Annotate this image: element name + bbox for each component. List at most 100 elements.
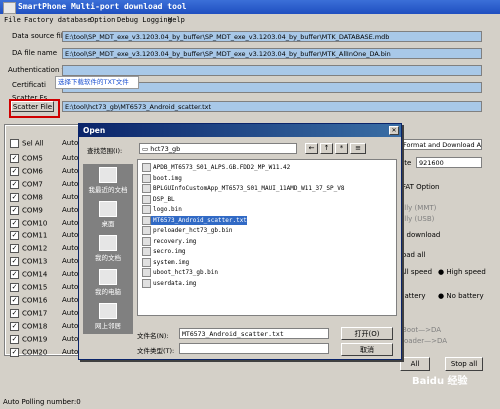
filetype-select[interactable]	[179, 343, 329, 354]
com-checkbox[interactable]: ✓	[10, 192, 19, 202]
view-menu-button[interactable]: ≡	[350, 143, 366, 154]
file-item[interactable]: userdata.img	[142, 278, 196, 288]
file-item[interactable]: BPLGUInfoCustomApp_MT6573_S01_MAUI_11AMD…	[142, 184, 344, 193]
fat-option-usb: ally (USB)	[400, 215, 435, 223]
file-item[interactable]: APDB_MT6573_S01_ALPS.GB.FDD2_MP_W11.42	[142, 163, 290, 172]
menu-bar: File Factory database Option Debug Loggi…	[0, 14, 500, 26]
file-icon	[142, 194, 151, 204]
window-title: SmartPhone Multi-port download tool	[18, 2, 187, 11]
com-checkbox[interactable]: ✓	[10, 321, 19, 331]
look-in-select[interactable]: ▭ hct73_gb	[139, 143, 297, 154]
place-network-label: 网上邻居	[95, 322, 121, 330]
menu-option[interactable]: Option	[90, 16, 115, 24]
place-my-computer[interactable]: 我的电脑	[83, 266, 133, 300]
menu-help[interactable]: Help	[168, 16, 185, 24]
back-button[interactable]: ←	[305, 143, 318, 154]
place-desktop[interactable]: 桌面	[83, 198, 133, 232]
auto-label: Auto	[62, 347, 79, 356]
com-checkbox[interactable]: ✓	[10, 231, 19, 241]
app-icon	[3, 2, 16, 14]
com-checkbox[interactable]: ✓	[10, 295, 19, 305]
com-checkbox[interactable]: ✓	[10, 166, 19, 176]
filename-input[interactable]: MT6573_Android_scatter.txt	[179, 328, 329, 339]
com-port-row: ✓ COM11 Auto	[10, 231, 78, 241]
file-name: boot.img	[153, 174, 182, 182]
com-port-row: ✓ COM9 Auto	[10, 205, 78, 216]
auto-label: Auto	[62, 218, 79, 227]
download-all-label: load all	[400, 251, 426, 259]
file-icon	[142, 278, 151, 288]
auto-label: Auto	[62, 283, 79, 291]
open-button[interactable]: 打开(O)	[341, 327, 393, 340]
network-icon	[99, 303, 117, 319]
file-item[interactable]: logo.bin	[142, 205, 182, 214]
com-checkbox[interactable]: ✓	[10, 257, 19, 267]
com-port-label: COM15	[22, 283, 48, 292]
right-panel: Format and Download All ate 921600 FAT O…	[400, 125, 490, 390]
com-checkbox[interactable]: ✓	[10, 154, 19, 163]
file-item[interactable]: boot.img	[142, 173, 182, 183]
close-icon: ✕	[391, 127, 397, 134]
look-in-label: 查找范围(I):	[87, 147, 123, 155]
menu-debug-logging[interactable]: Debug Logging	[117, 16, 172, 24]
file-item[interactable]: DSP_BL	[142, 194, 175, 204]
place-network[interactable]: 网上邻居	[83, 300, 133, 334]
filename-label: 文件名(N):	[137, 332, 169, 340]
baud-rate-select[interactable]: 921600	[416, 157, 482, 168]
file-item[interactable]: preloader_hct73_gb.bin	[142, 226, 232, 235]
file-item[interactable]: MT6573_Android_scatter.txt	[142, 215, 247, 225]
file-item[interactable]: secro.img	[142, 247, 186, 256]
menu-file[interactable]: File	[4, 16, 21, 24]
com-checkbox[interactable]: ✓	[10, 283, 19, 292]
scatter-file-field[interactable]: E:\tool\hct73_gb\MT6573_Android_scatter.…	[62, 101, 482, 112]
dialog-close-button[interactable]: ✕	[389, 126, 399, 135]
data-source-label: Data source file	[12, 32, 68, 40]
com-checkbox[interactable]: ✓	[10, 179, 19, 189]
place-recent[interactable]: 我最近的文档	[83, 164, 133, 198]
com-checkbox[interactable]: ✓	[10, 308, 19, 318]
auto-label: Auto	[62, 321, 79, 330]
file-name: secro.img	[153, 248, 186, 255]
com-port-label: COM17	[22, 309, 48, 318]
auto-label: Auto	[62, 244, 79, 253]
data-source-field[interactable]: E:\tool\SP_MDT_exe_v3.1203.04_by_buffer\…	[62, 31, 482, 42]
file-icon	[142, 247, 151, 256]
com-checkbox[interactable]: ✓	[10, 218, 19, 228]
file-icon	[142, 257, 151, 267]
scatter-file-button[interactable]: Scatter File	[11, 101, 54, 112]
com-checkbox[interactable]: ✓	[10, 334, 19, 344]
up-folder-button[interactable]: ↑	[320, 143, 333, 154]
com-port-label: COM18	[22, 322, 48, 331]
boot-da-label: Boot—>DA	[402, 326, 442, 334]
place-my-documents[interactable]: 我的文档	[83, 232, 133, 266]
com-port-label: COM11	[22, 231, 48, 240]
com-checkbox[interactable]: ✓	[10, 244, 19, 254]
menu-factory-database[interactable]: Factory database	[24, 16, 91, 24]
da-file-field[interactable]: E:\tool\SP_MDT_exe_v3.1203.04_by_buffer\…	[62, 48, 482, 59]
file-item[interactable]: recovery.img	[142, 236, 196, 246]
new-folder-button[interactable]: *	[335, 143, 348, 154]
file-item[interactable]: uboot_hct73_gb.bin	[142, 268, 218, 277]
auto-label: Auto	[62, 295, 79, 304]
cancel-button[interactable]: 取消	[341, 343, 393, 356]
com-checkbox[interactable]: ✓	[10, 205, 19, 215]
com-port-row: ✓ COM13 Auto	[10, 257, 78, 267]
high-speed-radio[interactable]: ● High speed	[438, 268, 486, 276]
com-port-row: ✓ COM10 Auto	[10, 218, 78, 229]
file-icon	[142, 184, 151, 193]
file-icon	[142, 173, 151, 183]
mode-select[interactable]: Format and Download All	[400, 139, 482, 150]
start-all-button[interactable]: All	[400, 357, 430, 371]
scatter-button-highlight: Scatter File	[9, 99, 60, 118]
file-item[interactable]: system.img	[142, 257, 189, 267]
select-all-checkbox[interactable]	[10, 139, 19, 148]
com-port-row: ✓ COM20 Auto	[10, 347, 78, 358]
auth-file-field[interactable]	[62, 65, 482, 76]
stop-all-button[interactable]: Stop all	[445, 357, 483, 371]
no-battery-radio[interactable]: ● No battery	[438, 292, 484, 300]
status-text: Auto Polling number:0	[3, 398, 81, 406]
places-bar: 我最近的文档 桌面 我的文档 我的电脑 网上邻居	[83, 164, 133, 334]
com-checkbox[interactable]: ✓	[10, 270, 19, 280]
file-list: APDB_MT6573_S01_ALPS.GB.FDD2_MP_W11.42bo…	[137, 159, 397, 316]
com-checkbox[interactable]: ✓	[10, 347, 19, 357]
